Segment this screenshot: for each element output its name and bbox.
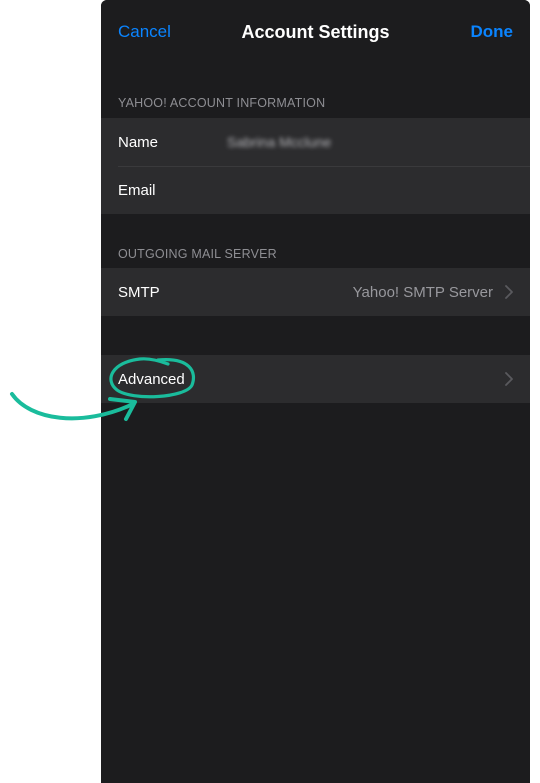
done-button[interactable]: Done	[471, 22, 514, 42]
advanced-group: Advanced	[101, 355, 530, 403]
advanced-row[interactable]: Advanced	[101, 355, 530, 403]
screenshot-canvas: Cancel Account Settings Done YAHOO! ACCO…	[0, 0, 540, 783]
smtp-row[interactable]: SMTP Yahoo! SMTP Server	[101, 268, 530, 316]
account-info-group: Name Sabrina Mcclune Email	[101, 118, 530, 214]
name-label: Name	[118, 133, 159, 151]
email-row[interactable]: Email	[101, 166, 530, 214]
section-header-outgoing: OUTGOING MAIL SERVER	[118, 247, 277, 261]
chevron-right-icon	[505, 285, 513, 299]
name-value[interactable]: Sabrina Mcclune	[227, 134, 331, 150]
chevron-right-icon	[505, 372, 513, 386]
outgoing-server-group: SMTP Yahoo! SMTP Server	[101, 268, 530, 316]
email-label: Email	[118, 181, 156, 199]
advanced-label: Advanced	[118, 370, 185, 388]
smtp-label: SMTP	[118, 283, 160, 301]
name-row[interactable]: Name Sabrina Mcclune	[101, 118, 530, 166]
navigation-bar: Cancel Account Settings Done	[101, 0, 530, 66]
section-header-account: YAHOO! ACCOUNT INFORMATION	[118, 96, 326, 110]
page-title: Account Settings	[241, 22, 390, 42]
smtp-value: Yahoo! SMTP Server	[352, 283, 493, 301]
phone-screen: Cancel Account Settings Done YAHOO! ACCO…	[101, 0, 530, 783]
